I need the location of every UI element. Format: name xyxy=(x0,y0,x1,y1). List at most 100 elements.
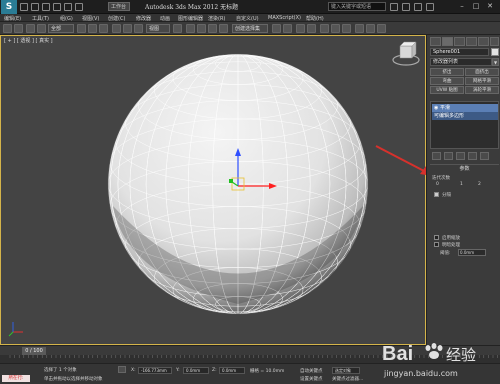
menu-rendering[interactable]: 渲染(R) xyxy=(208,15,225,22)
remove-modifier-icon[interactable] xyxy=(468,152,477,160)
rotate-icon[interactable] xyxy=(123,24,132,33)
new-file-icon[interactable] xyxy=(20,3,28,11)
y-coord-field[interactable]: 0.0mm xyxy=(183,367,209,374)
named-selection-dropdown[interactable]: 创建选择集 xyxy=(232,24,268,33)
hold-icon[interactable] xyxy=(75,3,83,11)
unlink-icon[interactable] xyxy=(37,24,46,33)
modifier-button[interactable]: 挤出 xyxy=(430,68,464,76)
tab-modify-icon[interactable] xyxy=(442,37,453,46)
modifier-button[interactable]: 网格平滑 xyxy=(465,77,499,85)
menu-maxscript[interactable]: MAXScript(X) xyxy=(268,15,301,21)
search-input[interactable]: 键入关键字或短语 xyxy=(328,2,386,11)
move-icon[interactable] xyxy=(112,24,121,33)
menu-views[interactable]: 视图(V) xyxy=(82,15,99,22)
redo-icon[interactable] xyxy=(14,24,23,33)
auto-key-label[interactable]: 自动关键点 xyxy=(300,368,323,374)
spinner-snap-icon[interactable] xyxy=(219,24,228,33)
shading-checkbox[interactable] xyxy=(434,242,439,247)
star-icon[interactable] xyxy=(414,3,422,11)
maximize-button[interactable]: □ xyxy=(470,1,482,12)
modifier-button[interactable]: UVW 贴图 xyxy=(430,86,464,94)
tab-utilities-icon[interactable] xyxy=(490,37,499,46)
menu-help[interactable]: 帮助(H) xyxy=(306,15,324,22)
snap-icon[interactable] xyxy=(186,24,195,33)
modifier-button[interactable]: 弯曲 xyxy=(430,77,464,85)
maxscript-listener[interactable]: 所在行: xyxy=(2,375,30,382)
redo-icon[interactable] xyxy=(64,3,72,11)
menu-tools[interactable]: 工具(T) xyxy=(32,15,49,22)
info-center-icon[interactable] xyxy=(402,3,410,11)
link-icon[interactable] xyxy=(26,24,35,33)
modifier-stack[interactable]: ◉ 平滑 可编辑多边形 xyxy=(430,101,499,149)
x-coord-field[interactable]: -166.773mm xyxy=(138,367,172,374)
close-button[interactable]: ✕ xyxy=(484,1,496,12)
open-file-icon[interactable] xyxy=(31,3,39,11)
stack-item[interactable]: 可编辑多边形 xyxy=(432,112,498,120)
tab-motion-icon[interactable] xyxy=(466,37,477,46)
app-logo-icon[interactable]: S xyxy=(1,0,17,14)
pivot-icon[interactable] xyxy=(173,24,182,33)
make-unique-icon[interactable] xyxy=(456,152,465,160)
z-coord-field[interactable]: 0.0mm xyxy=(219,367,245,374)
set-key-label[interactable]: 设置关键点 xyxy=(300,376,323,382)
minimize-button[interactable]: – xyxy=(456,1,468,12)
enable-scale-checkbox[interactable] xyxy=(434,235,439,240)
selected-dropdown[interactable]: 选定对象 xyxy=(332,367,360,374)
menu-customize[interactable]: 自定义(U) xyxy=(236,15,259,22)
iterations-option-1[interactable]: 1 xyxy=(460,182,463,187)
mirror-icon[interactable] xyxy=(272,24,281,33)
curve-editor-icon[interactable] xyxy=(320,24,329,33)
object-name-field[interactable]: Sphere001 xyxy=(430,48,489,56)
modifier-button[interactable]: 涡轮平滑 xyxy=(465,86,499,94)
menu-group[interactable]: 组(G) xyxy=(60,15,73,22)
undo-icon[interactable] xyxy=(3,24,12,33)
rect-selection-icon[interactable] xyxy=(99,24,108,33)
menu-graph-editors[interactable]: 图形编辑器 xyxy=(178,15,203,22)
key-filters-button[interactable]: 关键点过滤器... xyxy=(332,376,363,382)
iterations-option-0[interactable]: 0 xyxy=(436,182,439,187)
render-setup-icon[interactable] xyxy=(355,24,364,33)
percent-snap-icon[interactable] xyxy=(208,24,217,33)
perspective-viewport[interactable]: [ + ] [ 透视 ] [ 真实 ] xyxy=(0,35,426,345)
undo-icon[interactable] xyxy=(53,3,61,11)
align-icon[interactable] xyxy=(283,24,292,33)
modifier-button[interactable]: 面挤出 xyxy=(465,68,499,76)
configure-sets-icon[interactable] xyxy=(480,152,489,160)
render-frame-icon[interactable] xyxy=(366,24,375,33)
chevron-down-icon[interactable]: ▼ xyxy=(492,58,499,66)
menu-modifiers[interactable]: 修改器 xyxy=(136,15,151,22)
object-color-swatch[interactable] xyxy=(491,48,499,56)
graphite-icon[interactable] xyxy=(307,24,316,33)
show-end-result-icon[interactable] xyxy=(444,152,453,160)
threshold-spinner[interactable]: 0.0mm xyxy=(458,249,486,256)
select-by-name-icon[interactable] xyxy=(88,24,97,33)
scale-icon[interactable] xyxy=(134,24,143,33)
menu-animation[interactable]: 动画 xyxy=(160,15,170,22)
stack-item-selected[interactable]: ◉ 平滑 xyxy=(432,104,498,112)
rollout-title[interactable]: 参数 xyxy=(430,165,499,173)
angle-snap-icon[interactable] xyxy=(197,24,206,33)
search-icon[interactable] xyxy=(390,3,398,11)
schematic-icon[interactable] xyxy=(331,24,340,33)
viewcube-icon[interactable] xyxy=(392,41,420,66)
modifier-list-dropdown[interactable]: 修改器列表 xyxy=(430,58,492,66)
tab-display-icon[interactable] xyxy=(478,37,489,46)
separate-checkbox[interactable] xyxy=(434,192,439,197)
pin-stack-icon[interactable] xyxy=(432,152,441,160)
lock-selection-icon[interactable] xyxy=(118,366,126,373)
menu-create[interactable]: 创建(C) xyxy=(108,15,125,22)
material-editor-icon[interactable] xyxy=(342,24,351,33)
menu-edit[interactable]: 编辑(E) xyxy=(4,15,21,22)
tab-create-icon[interactable] xyxy=(430,37,441,46)
frame-counter[interactable]: 0 / 100 xyxy=(22,347,46,355)
iterations-option-2[interactable]: 2 xyxy=(478,182,481,187)
help-icon[interactable] xyxy=(426,3,434,11)
render-icon[interactable] xyxy=(377,24,386,33)
save-file-icon[interactable] xyxy=(42,3,50,11)
workspace-dropdown[interactable]: 工作台 xyxy=(108,2,130,11)
reference-coord-dropdown[interactable]: 视图 xyxy=(146,24,170,33)
selection-filter-dropdown[interactable]: 全部 xyxy=(48,24,74,33)
tab-hierarchy-icon[interactable] xyxy=(454,37,465,46)
layer-icon[interactable] xyxy=(296,24,305,33)
select-object-icon[interactable] xyxy=(77,24,86,33)
